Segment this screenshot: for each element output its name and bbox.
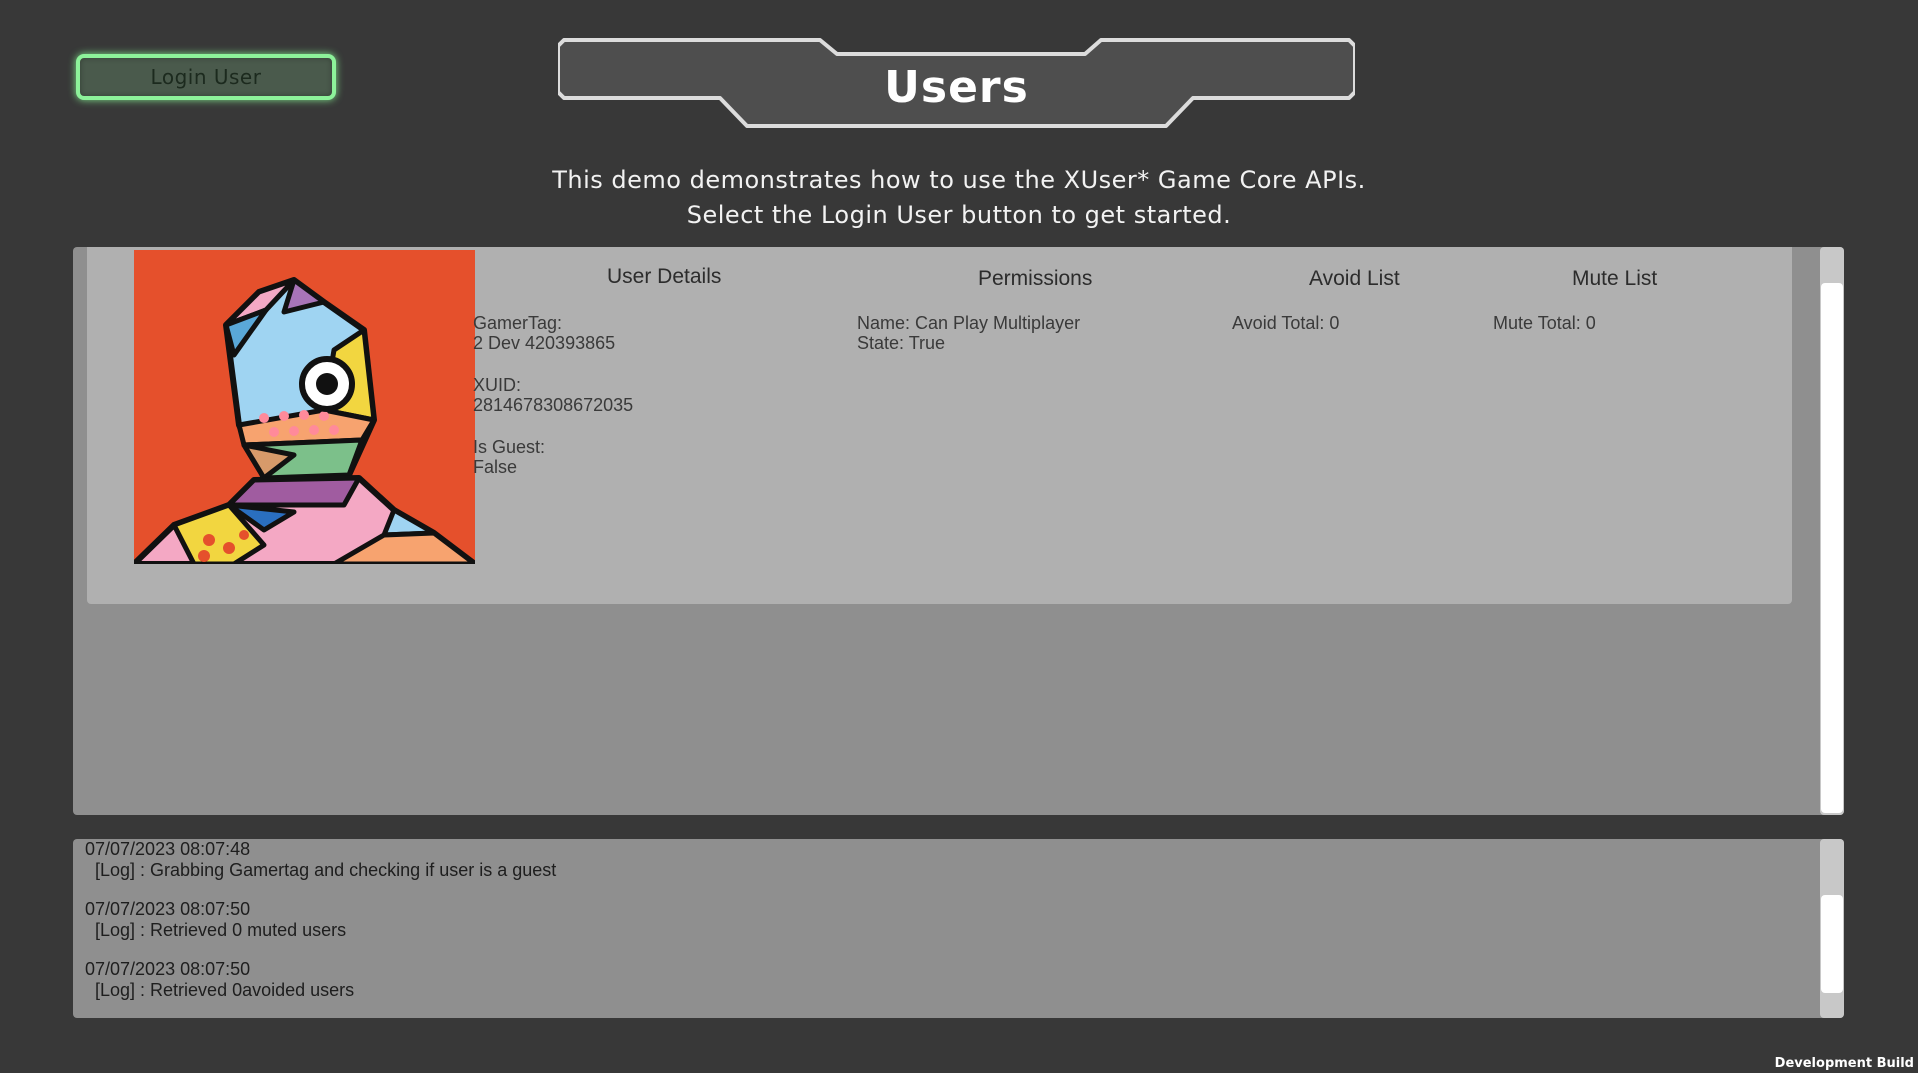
log-timestamp: 07/07/2023 08:07:50: [85, 959, 251, 979]
user-details-title: User Details: [607, 265, 722, 288]
log-entry: 07/07/2023 08:07:50 [Log] : Retrieved 0 …: [85, 899, 346, 941]
xuid-value: 2814678308672035: [473, 395, 634, 415]
user-avatar: [134, 250, 475, 564]
is-guest-value: False: [473, 457, 518, 477]
permission-name: Name: Can Play Multiplayer: [857, 313, 1081, 333]
log-entry: 07/07/2023 08:07:50 [Log] : Retrieved 0a…: [85, 959, 354, 1001]
users-scrollbar-thumb[interactable]: [1821, 283, 1843, 813]
intro-line-2: Select the Login User button to get star…: [686, 201, 1232, 229]
log-scrollbar[interactable]: [1820, 839, 1844, 1018]
intro-line-1: This demo demonstrates how to use the XU…: [552, 166, 1366, 194]
user-card: User Details GamerTag: 2 Dev 420393865 X…: [87, 247, 1792, 604]
log-timestamp: 07/07/2023 08:07:50: [85, 899, 251, 919]
log-message: [Log] : Grabbing Gamertag and checking i…: [95, 860, 557, 880]
log-message: [Log] : Retrieved 0 muted users: [95, 920, 347, 940]
log-entry: 07/07/2023 08:07:48 [Log] : Grabbing Gam…: [85, 839, 556, 881]
mute-total: Mute Total: 0: [1493, 313, 1596, 333]
xuid-label: XUID:: [473, 375, 522, 395]
avoid-list-title: Avoid List: [1309, 267, 1400, 290]
is-guest-label: Is Guest:: [473, 437, 546, 457]
users-panel: User Details GamerTag: 2 Dev 420393865 X…: [73, 247, 1844, 815]
mute-list-title: Mute List: [1572, 267, 1658, 290]
development-build-label: Development Build: [1774, 1056, 1914, 1071]
log-scrollbar-thumb[interactable]: [1821, 895, 1843, 993]
gamertag-label: GamerTag:: [473, 313, 563, 333]
permissions-title: Permissions: [978, 267, 1093, 290]
permission-state: State: True: [857, 333, 946, 353]
log-timestamp: 07/07/2023 08:07:48: [85, 839, 251, 859]
login-user-button[interactable]: Login User: [76, 54, 336, 100]
log-message: [Log] : Retrieved 0avoided users: [95, 980, 355, 1000]
page-title: Users: [884, 62, 1029, 113]
gamertag-value: 2 Dev 420393865: [473, 333, 616, 353]
log-panel: 07/07/2023 08:07:48 [Log] : Grabbing Gam…: [73, 839, 1844, 1018]
avoid-total: Avoid Total: 0: [1232, 313, 1340, 333]
login-user-label: Login User: [150, 65, 262, 89]
users-scrollbar[interactable]: [1820, 247, 1844, 815]
